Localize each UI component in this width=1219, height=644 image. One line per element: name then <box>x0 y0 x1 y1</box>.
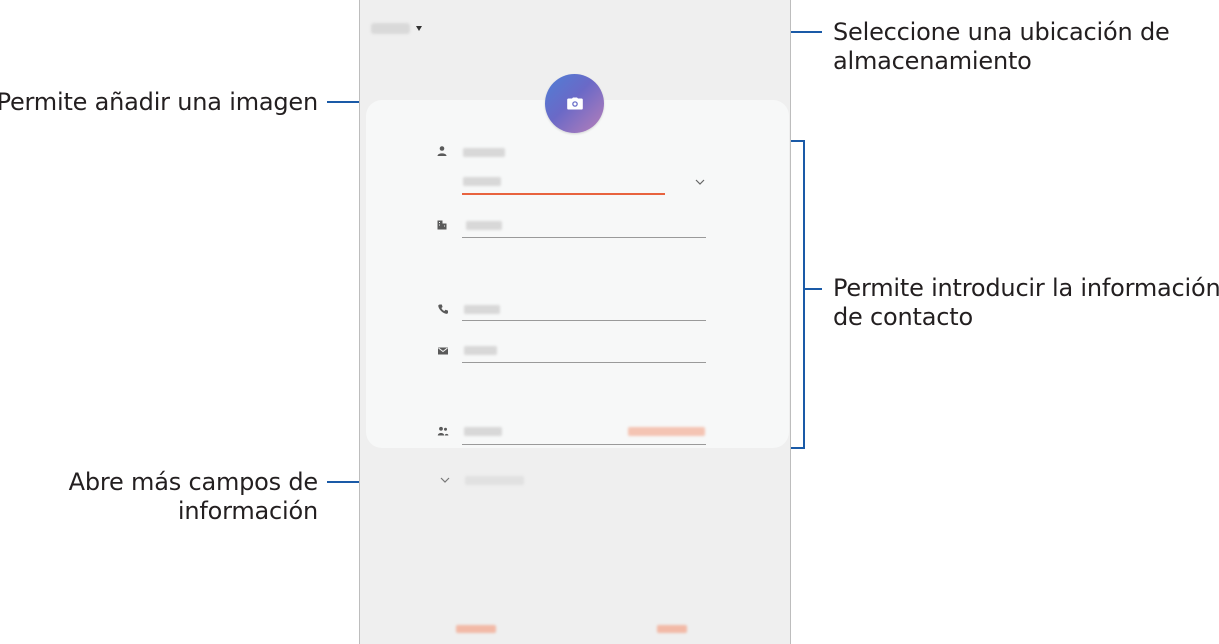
contact-form-card: Name Name Company Phone Email <box>366 100 789 485</box>
annotation-more-fields-line2: información <box>177 497 318 525</box>
annotation-contact-info: Permite introducir la información de con… <box>833 274 1219 332</box>
annotation-storage-line1: Seleccione una ubicación de <box>833 18 1170 46</box>
leader-line-contact-info <box>805 288 822 290</box>
annotation-add-image: Permite añadir una imagen <box>0 88 318 116</box>
storage-location-selector[interactable]: Phone <box>371 23 422 34</box>
phone-input-underline <box>462 320 706 321</box>
groups-input[interactable]: Groups <box>464 427 502 436</box>
person-icon <box>437 146 447 156</box>
company-input[interactable]: Company <box>466 221 502 230</box>
cancel-button[interactable]: Cancel <box>456 625 496 633</box>
email-input[interactable]: Email <box>464 346 497 355</box>
groups-input-underline <box>462 444 706 445</box>
add-image-button[interactable] <box>545 74 604 133</box>
camera-icon <box>566 97 583 110</box>
email-input-underline <box>462 362 706 363</box>
building-icon <box>437 220 447 230</box>
bracket-vertical <box>803 140 805 449</box>
annotation-more-fields-line1: Abre más campos de <box>68 468 319 496</box>
storage-location-label: Phone <box>371 23 410 34</box>
phone-screen: Phone Name Name Company Phone <box>359 0 791 644</box>
chevron-down-icon[interactable] <box>694 178 706 186</box>
annotation-storage-line2: almacenamiento <box>833 47 1032 75</box>
phone-input[interactable]: Phone <box>464 305 500 314</box>
dropdown-caret-icon <box>415 26 422 31</box>
annotation-storage: Seleccione una ubicación de almacenamien… <box>833 18 1170 76</box>
annotation-contact-info-line1: Permite introducir la información <box>833 274 1219 302</box>
view-more-button[interactable]: View more <box>465 476 524 485</box>
save-button[interactable]: Save <box>657 625 687 633</box>
group-icon <box>437 426 449 436</box>
company-input-underline <box>462 237 706 238</box>
not-assigned-label: Not assigned <box>628 427 705 436</box>
name-input-underline <box>462 193 665 195</box>
annotation-more-fields: Abre más campos de información <box>68 468 319 526</box>
name-input[interactable]: Name <box>463 177 501 186</box>
phone-icon <box>438 304 448 314</box>
chevron-down-icon[interactable] <box>439 476 451 484</box>
envelope-icon <box>438 347 448 355</box>
name-header: Name <box>463 148 505 157</box>
annotation-contact-info-line2: de contacto <box>833 303 973 331</box>
